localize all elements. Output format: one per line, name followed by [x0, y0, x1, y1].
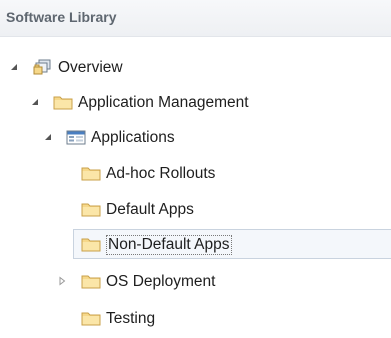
tree-item-label: OS Deployment [106, 272, 216, 290]
expanded-arrow-icon[interactable] [43, 132, 53, 142]
tree-item-non-default-apps[interactable]: Non-Default Apps [73, 229, 391, 259]
tree-item-default-apps[interactable]: Default Apps [0, 197, 391, 222]
tree-item-label: Default Apps [106, 200, 194, 218]
tree-item-applications[interactable]: Applications [0, 125, 391, 150]
tree-item-overview[interactable]: Overview [0, 55, 391, 80]
folder-icon [81, 165, 101, 182]
folder-icon [81, 236, 101, 253]
tree-item-label: Application Management [78, 93, 249, 111]
tree-item-label: Testing [106, 309, 156, 327]
tree-item-testing[interactable]: Testing [0, 306, 391, 331]
folder-icon [81, 273, 101, 290]
overview-icon [33, 59, 53, 76]
folder-icon [53, 94, 73, 111]
folder-icon [81, 201, 101, 218]
tree-item-application-management[interactable]: Application Management [0, 90, 391, 115]
tree-item-label: Overview [58, 58, 123, 76]
panel-header: Software Library [0, 0, 391, 37]
tree-item-label: Ad-hoc Rollouts [106, 164, 216, 182]
panel-title: Software Library [6, 9, 117, 25]
collapsed-arrow-icon[interactable] [57, 276, 67, 286]
expanded-arrow-icon[interactable] [30, 97, 40, 107]
tree-item-label: Applications [91, 128, 175, 146]
tree-item-label: Non-Default Apps [106, 234, 232, 255]
tree-item-os-deployment[interactable]: OS Deployment [0, 269, 391, 294]
tree-item-ad-hoc-rollouts[interactable]: Ad-hoc Rollouts [0, 161, 391, 186]
applications-icon [66, 129, 86, 146]
folder-icon [81, 310, 101, 327]
expanded-arrow-icon[interactable] [9, 62, 19, 72]
